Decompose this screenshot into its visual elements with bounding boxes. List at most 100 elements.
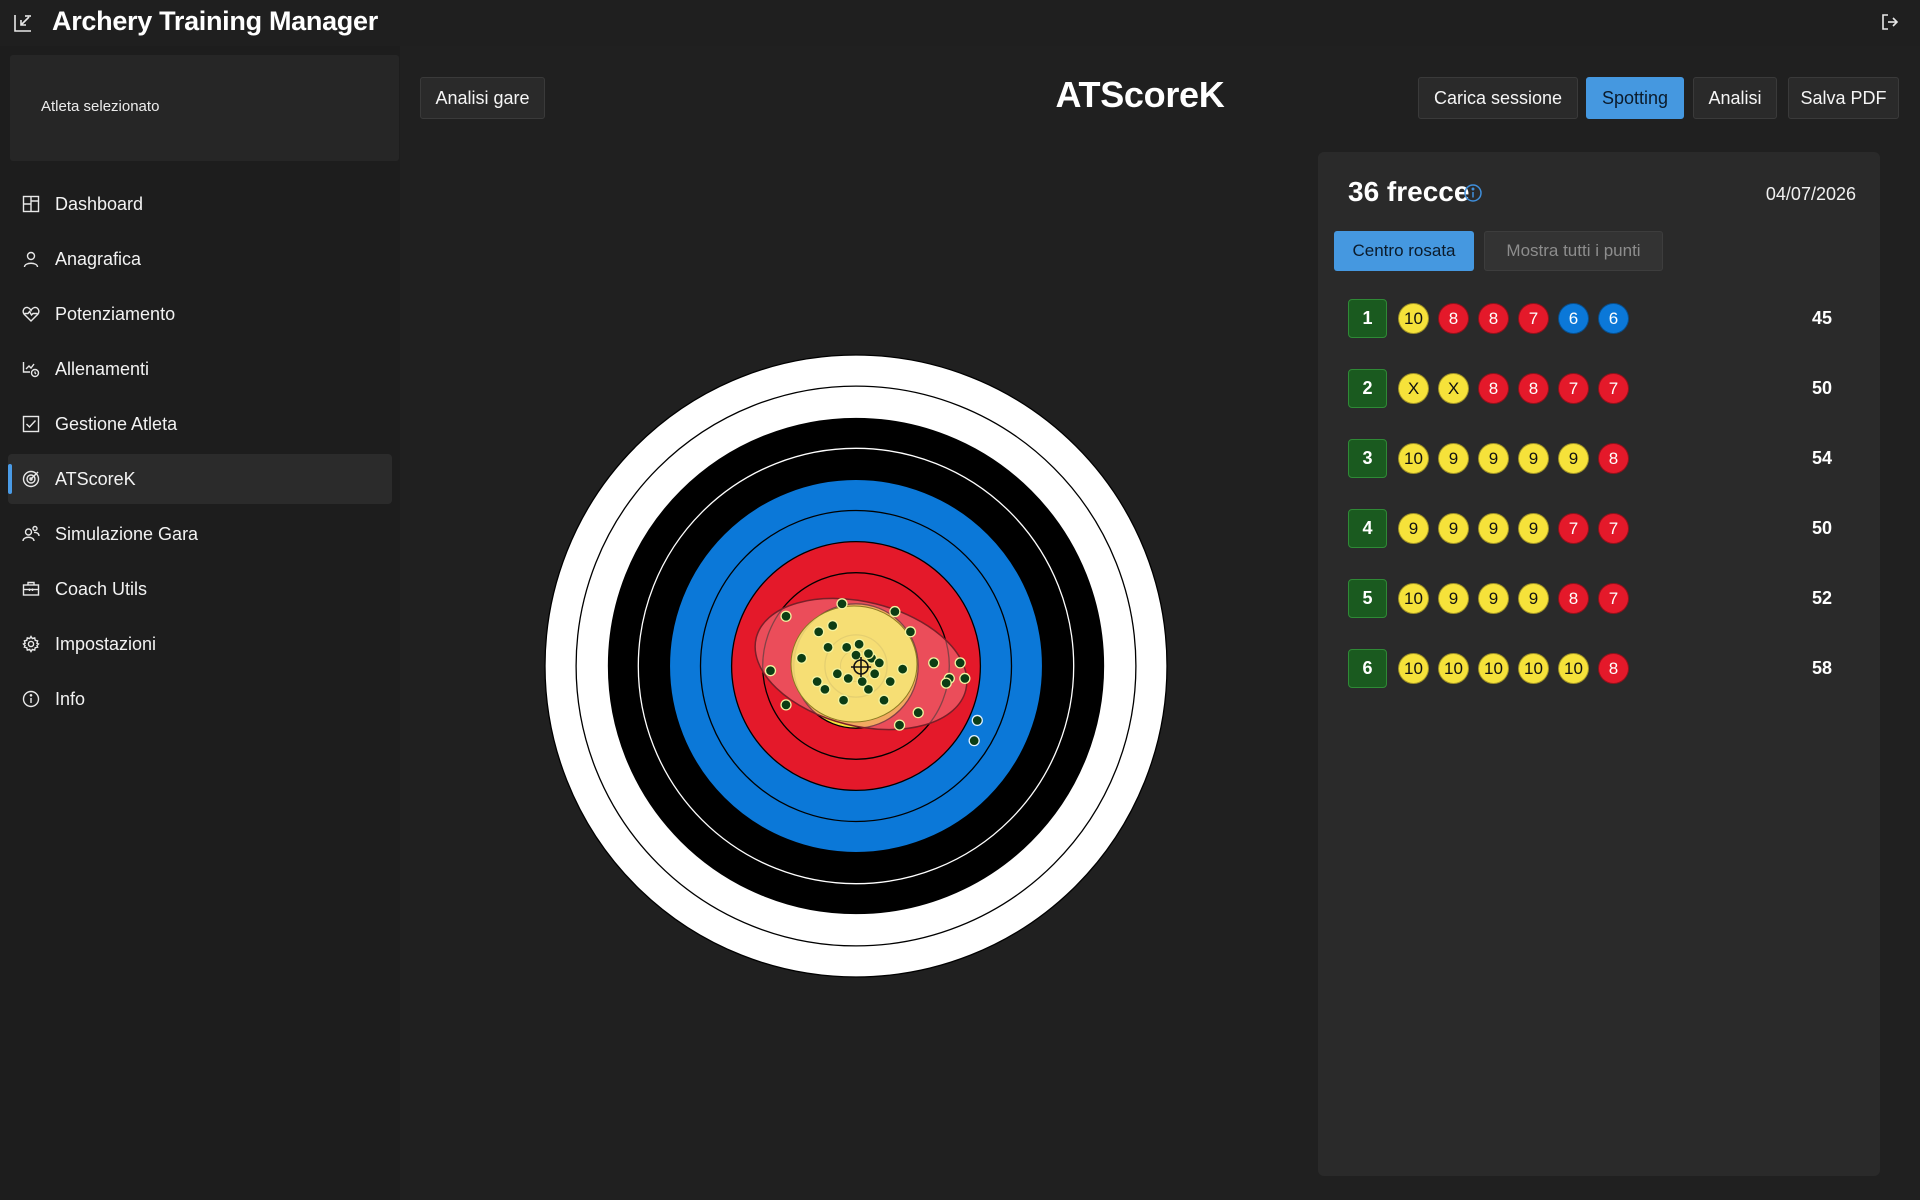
arrow-score: 9 <box>1438 513 1469 544</box>
sidebar-item-impostazioni[interactable]: Impostazioni <box>8 619 392 669</box>
end-number-badge: 2 <box>1348 369 1387 408</box>
arrow-hit <box>827 619 839 632</box>
user-icon <box>21 249 41 269</box>
athlete-selector-label: Atleta selezionato <box>41 98 160 115</box>
end-row[interactable]: 6 10 10 10 10 10 8 58 <box>1348 648 1858 688</box>
sidebar-item-allenamenti[interactable]: Allenamenti <box>8 344 392 394</box>
arrow-hit <box>884 675 896 688</box>
end-total: 50 <box>1811 378 1832 398</box>
arrow-hit <box>893 719 906 731</box>
arrow-score: 10 <box>1398 583 1429 614</box>
arrow-score: 10 <box>1398 443 1429 474</box>
end-total: 52 <box>1811 588 1832 608</box>
sidebar-item-gestione-atleta[interactable]: Gestione Atleta <box>8 399 392 449</box>
arrow-hit <box>869 668 881 680</box>
score-panel: 36 frecce 04/07/2026 Centro rosata Mostr… <box>1318 152 1880 1176</box>
end-row[interactable]: 3 10 9 9 9 9 8 54 <box>1348 438 1858 478</box>
sidebar-item-anagrafica[interactable]: Anagrafica <box>8 234 392 284</box>
collapse-sidebar-icon[interactable] <box>10 10 36 36</box>
main-content: Analisi gare ATScoreK Carica sessione Sp… <box>400 46 1920 1200</box>
arrow-score: 10 <box>1398 653 1429 684</box>
arrow-hit <box>896 663 909 675</box>
info-icon[interactable] <box>1463 183 1483 203</box>
sidebar-item-potenziamento[interactable]: Potenziamento <box>8 289 392 339</box>
arrow-hit <box>795 652 808 664</box>
spotting-button[interactable]: Spotting <box>1586 77 1684 119</box>
dashboard-icon <box>21 194 41 214</box>
arrow-score: 6 <box>1558 303 1589 334</box>
arrow-hit <box>940 677 952 689</box>
arrow-score: 10 <box>1478 653 1509 684</box>
end-number-badge: 4 <box>1348 509 1387 548</box>
arrow-score: 9 <box>1478 583 1509 614</box>
arrow-hit <box>862 647 875 660</box>
arrow-hit <box>853 638 865 650</box>
end-row[interactable]: 4 9 9 9 9 7 7 50 <box>1348 508 1858 548</box>
end-number-badge: 1 <box>1348 299 1387 338</box>
arrow-score: 7 <box>1598 583 1629 614</box>
sidebar-nav: Dashboard Anagrafica Potenziamento Allen… <box>8 179 392 729</box>
arrow-score: 10 <box>1398 303 1429 334</box>
toolbox-icon <box>21 579 41 599</box>
end-row[interactable]: 2 X X 8 8 7 7 50 <box>1348 368 1858 408</box>
arrow-hit <box>873 657 885 669</box>
arrow-score: 9 <box>1438 583 1469 614</box>
arrow-hit <box>780 699 792 711</box>
gear-icon <box>21 634 41 654</box>
app-title: Archery Training Manager <box>52 6 378 36</box>
page-title: ATScoreK <box>1055 74 1225 115</box>
sidebar-item-atscorek[interactable]: ATScoreK <box>8 454 392 504</box>
arrow-score: 10 <box>1438 653 1469 684</box>
sidebar-item-label: Anagrafica <box>55 249 142 269</box>
arrow-hit <box>954 657 966 669</box>
target-icon <box>21 469 41 489</box>
end-total: 54 <box>1811 448 1832 468</box>
arrow-hit <box>822 641 834 653</box>
arrow-score: 8 <box>1438 303 1469 334</box>
logout-icon[interactable] <box>1878 10 1902 34</box>
arrow-hit <box>780 610 792 622</box>
arrow-score: 8 <box>1558 583 1589 614</box>
sidebar-item-coach-utils[interactable]: Coach Utils <box>8 564 392 614</box>
end-row[interactable]: 1 10 8 8 7 6 6 45 <box>1348 298 1858 338</box>
arrow-score: 10 <box>1558 653 1589 684</box>
athlete-selector[interactable]: Atleta selezionato <box>10 55 399 161</box>
arrow-hit <box>842 672 854 685</box>
end-row[interactable]: 5 10 9 9 9 8 7 52 <box>1348 578 1858 618</box>
arrow-hit <box>928 657 940 669</box>
sidebar-item-dashboard[interactable]: Dashboard <box>8 179 392 229</box>
arrow-score: X <box>1438 373 1469 404</box>
athletes-icon <box>21 524 41 544</box>
arrow-score: X <box>1398 373 1429 404</box>
arrow-hit <box>889 605 901 618</box>
sidebar-item-info[interactable]: Info <box>8 674 392 724</box>
target-svg[interactable] <box>541 351 1171 981</box>
analisi-button[interactable]: Analisi <box>1693 77 1777 119</box>
checkbox-icon <box>21 414 41 434</box>
sidebar: Atleta selezionato Dashboard Anagrafica … <box>0 46 400 1200</box>
info-icon <box>21 689 41 709</box>
arrow-hit <box>819 683 831 695</box>
arrow-hit <box>837 694 850 706</box>
sidebar-item-label: Impostazioni <box>55 634 157 654</box>
arrow-score: 7 <box>1518 303 1549 334</box>
arrow-hit <box>904 626 917 638</box>
centro-rosata-toggle[interactable]: Centro rosata <box>1334 231 1474 271</box>
analisi-gare-button[interactable]: Analisi gare <box>420 77 545 119</box>
arrow-hit <box>841 641 853 653</box>
mostra-tutti-i-punti-toggle[interactable]: Mostra tutti i punti <box>1484 231 1663 271</box>
arrow-hit <box>813 626 825 638</box>
arrow-hit <box>831 668 843 680</box>
arrow-score: 8 <box>1518 373 1549 404</box>
salva-pdf-button[interactable]: Salva PDF <box>1788 77 1899 119</box>
arrow-score: 10 <box>1518 653 1549 684</box>
target-face[interactable] <box>541 351 1171 981</box>
arrow-score: 6 <box>1598 303 1629 334</box>
arrow-score: 9 <box>1518 583 1549 614</box>
sidebar-item-simulazione-gara[interactable]: Simulazione Gara <box>8 509 392 559</box>
arrow-score: 9 <box>1558 443 1589 474</box>
arrow-score: 7 <box>1598 373 1629 404</box>
sidebar-item-label: Simulazione Gara <box>55 524 199 544</box>
sidebar-item-label: Dashboard <box>55 194 144 214</box>
carica-sessione-button[interactable]: Carica sessione <box>1418 77 1578 119</box>
